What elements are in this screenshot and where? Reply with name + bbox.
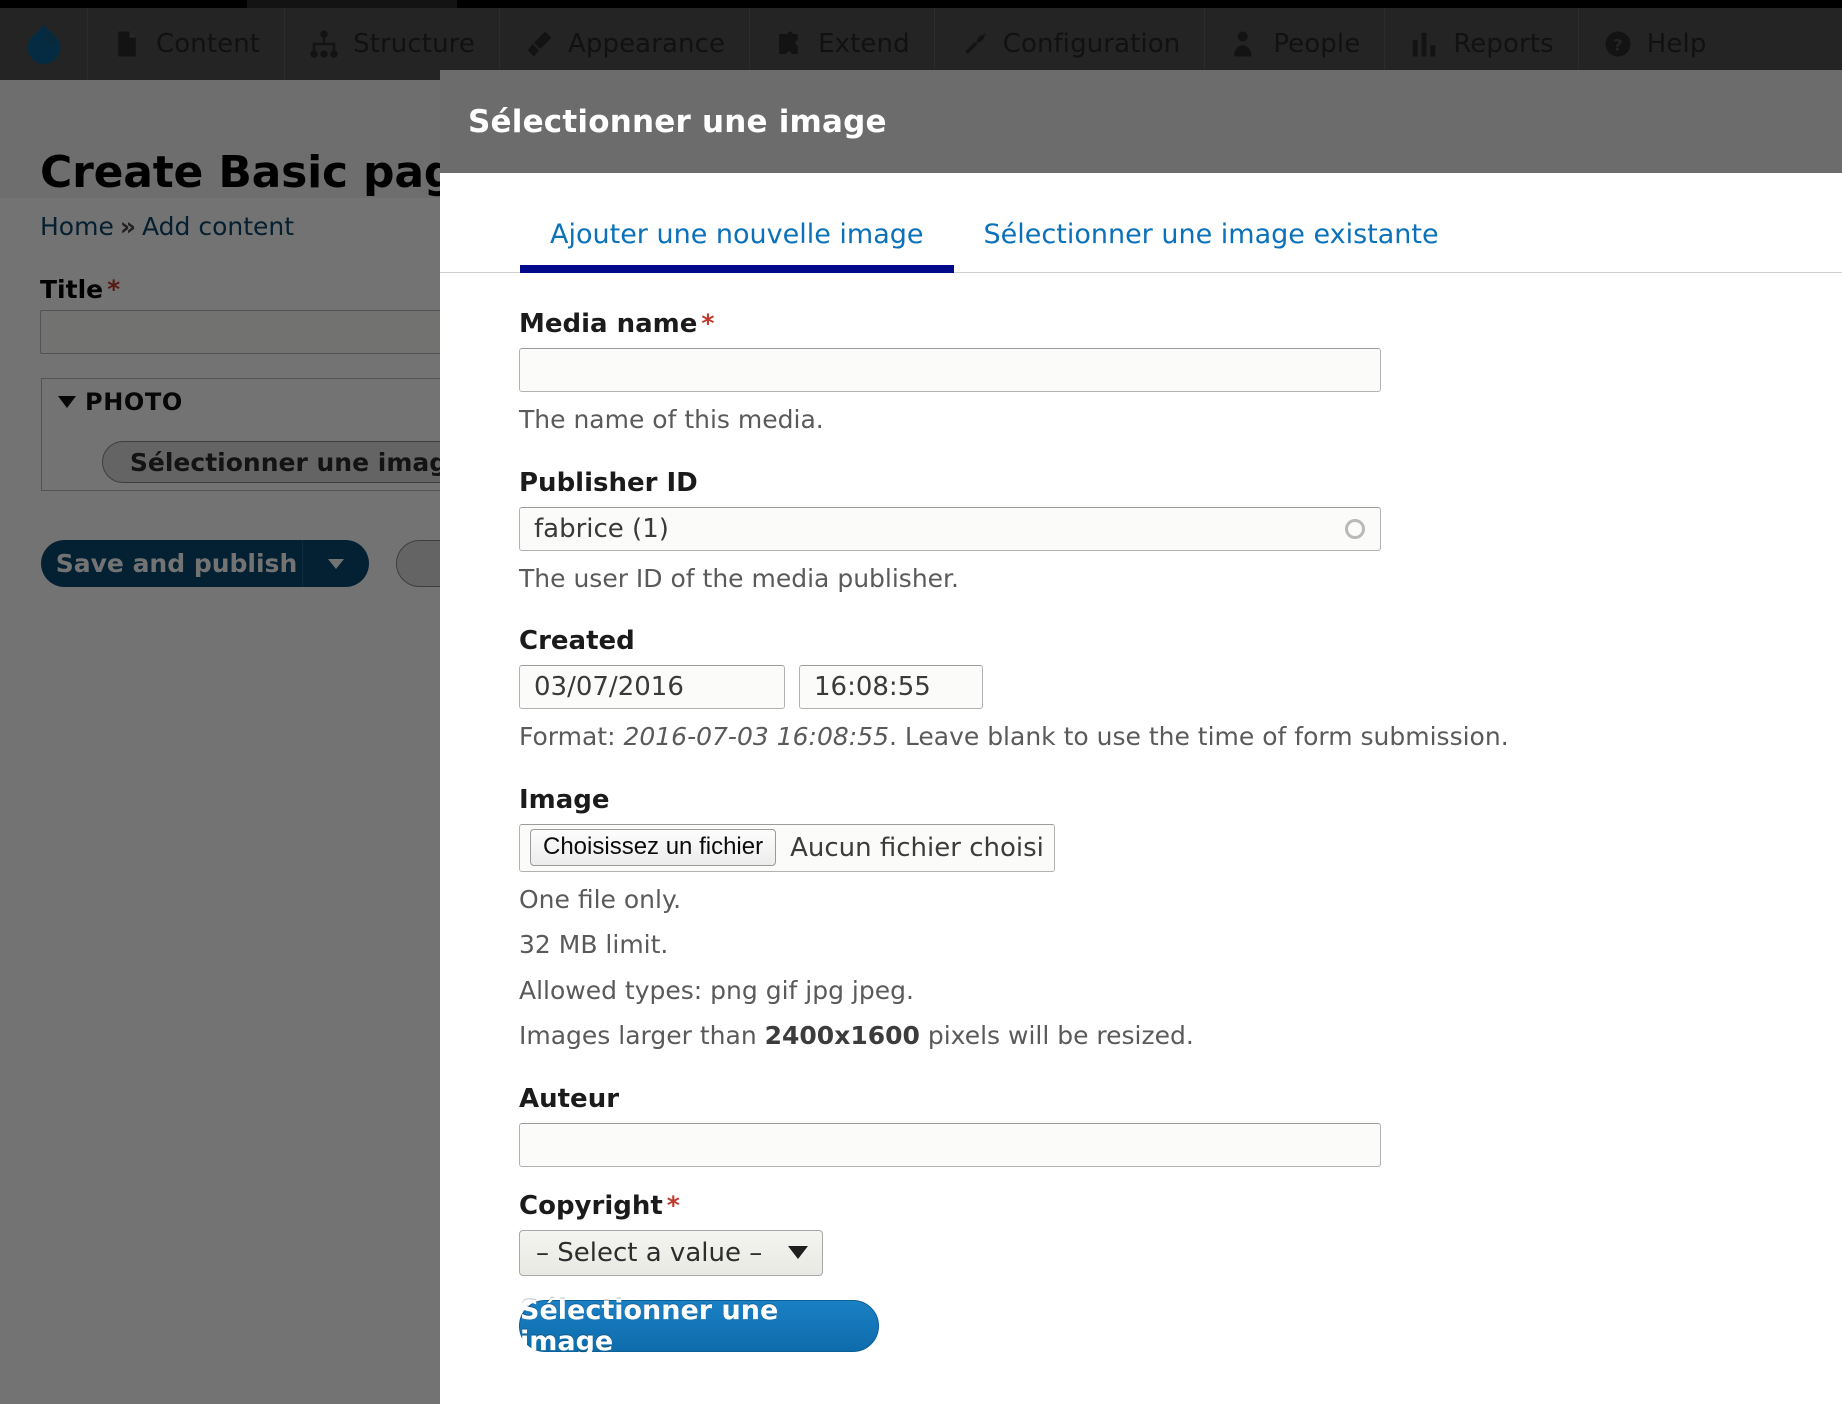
svg-text:?: ?: [1613, 35, 1623, 54]
circle-throbber-icon: [1345, 518, 1365, 539]
resize-suffix: pixels will be resized.: [919, 1021, 1194, 1050]
copyright-select[interactable]: – Select a value –: [519, 1229, 824, 1276]
paintbrush-icon: [527, 31, 552, 57]
publisher-id-autocomplete: fabrice (1): [519, 506, 1381, 551]
required-marker-icon: *: [107, 275, 121, 304]
created-desc-format: 2016-07-03 16:08:55: [623, 722, 889, 751]
submit-select-image-button[interactable]: Sélectionner une image: [519, 1295, 879, 1357]
image-desc-resize: Images larger than 2400x1600 pixels will…: [519, 1018, 1842, 1054]
tab-select-existing-image[interactable]: Sélectionner une image existante: [954, 219, 1469, 272]
created-inputs-row: 03/07/2016 16:08:55: [519, 665, 1842, 709]
screen-root: Create Basic page Home» Add content Title…: [0, 0, 1842, 1404]
breadcrumb-separator: »: [119, 212, 136, 241]
title-field-label-text: Title: [40, 275, 104, 304]
publisher-id-input[interactable]: fabrice (1): [519, 506, 1381, 551]
chevron-down-icon: [328, 558, 344, 569]
required-marker-icon: *: [666, 1190, 680, 1220]
resize-dimensions: 2400x1600: [764, 1021, 920, 1050]
wrench-icon: [964, 32, 987, 54]
media-form: Media name * The name of this media. Publ…: [440, 273, 1842, 1357]
chosen-file-status: Aucun fichier choisi: [790, 832, 1044, 863]
modal-tabs: Ajouter une nouvelle image Sélectionner …: [440, 173, 1842, 273]
created-label: Created: [519, 626, 635, 656]
created-description: Format: 2016-07-03 16:08:55. Leave blank…: [519, 719, 1842, 755]
puzzle-piece-icon: [779, 31, 798, 54]
page-title: Create Basic page: [40, 147, 485, 199]
copyright-label-text: Copyright: [519, 1190, 663, 1221]
publisher-id-label: Publisher ID: [519, 467, 698, 498]
drupal-logo-icon: [27, 23, 60, 64]
created-desc-suffix: . Leave blank to use the time of form su…: [888, 722, 1509, 751]
toolbar-label: Help: [1646, 29, 1707, 59]
field-publisher-id: Publisher ID fabrice (1) The user ID of …: [519, 468, 1842, 597]
auteur-label: Auteur: [519, 1083, 620, 1114]
toolbar-item-content[interactable]: Content: [88, 8, 286, 80]
media-name-label: Media name *: [519, 309, 1842, 339]
created-desc-prefix: Format:: [519, 722, 624, 751]
copyright-label: Copyright *: [519, 1191, 1842, 1221]
save-and-publish-button[interactable]: Save and publish: [41, 540, 369, 587]
media-name-label-text: Media name: [519, 309, 698, 339]
media-name-input[interactable]: [519, 348, 1381, 392]
modal-header: Sélectionner une image: [440, 70, 1842, 173]
toolbar-label: Reports: [1453, 29, 1554, 59]
modal-title: Sélectionner une image: [468, 103, 887, 140]
select-image-button-background[interactable]: Sélectionner une image: [102, 441, 492, 483]
field-created: Created 03/07/2016 16:08:55 Format: 2016…: [519, 626, 1842, 755]
auteur-input[interactable]: [519, 1122, 1381, 1167]
modal-body: Ajouter une nouvelle image Sélectionner …: [440, 173, 1842, 1404]
image-desc-size-limit: 32 MB limit.: [519, 930, 669, 959]
toolbar-label: Structure: [353, 29, 475, 59]
image-file-input[interactable]: Choisissez un fichier Aucun fichier choi…: [519, 823, 1055, 872]
bar-chart-icon: [1413, 32, 1436, 57]
question-mark-icon: ?: [1605, 31, 1631, 57]
toolbar-label: Content: [156, 29, 261, 59]
field-copyright: Copyright * – Select a value –: [519, 1191, 1842, 1276]
photo-legend-label: PHOTO: [85, 388, 183, 416]
image-label: Image: [519, 784, 610, 815]
file-icon: [118, 31, 136, 57]
breadcrumb-link-add-content[interactable]: Add content: [142, 212, 294, 241]
save-and-publish-label: Save and publish: [55, 549, 298, 578]
tab-add-new-image[interactable]: Ajouter une nouvelle image: [520, 219, 954, 273]
title-field-label: Title *: [40, 275, 120, 304]
publisher-id-description: The user ID of the media publisher.: [519, 563, 959, 593]
breadcrumb: Home» Add content: [40, 212, 294, 241]
toolbar-label: Appearance: [567, 29, 726, 59]
created-date-input[interactable]: 03/07/2016: [519, 665, 785, 709]
copyright-selected-value: – Select a value –: [536, 1237, 763, 1268]
sitemap-icon: [310, 30, 338, 58]
toolbar-label: People: [1273, 29, 1361, 59]
image-desc-one-file: One file only.: [519, 884, 682, 914]
toolbar-label: Extend: [818, 29, 910, 59]
person-icon: [1234, 31, 1252, 57]
select-image-modal: Sélectionner une image Ajouter une nouve…: [440, 70, 1842, 1404]
resize-prefix: Images larger than: [519, 1021, 765, 1050]
toolbar-item-home[interactable]: [0, 8, 88, 80]
image-desc-allowed-types: Allowed types: png gif jpg jpeg.: [519, 975, 914, 1005]
field-auteur: Auteur: [519, 1084, 1842, 1167]
choose-file-button[interactable]: Choisissez un fichier: [530, 829, 777, 866]
field-media-name: Media name * The name of this media.: [519, 309, 1842, 438]
created-time-input[interactable]: 16:08:55: [799, 665, 983, 709]
photo-fieldset-legend[interactable]: PHOTO: [58, 388, 183, 416]
media-name-description: The name of this media.: [519, 405, 824, 434]
field-image: Image Choisissez un fichier Aucun fichie…: [519, 785, 1842, 1054]
required-marker-icon: *: [701, 309, 715, 338]
chevron-down-icon: [58, 396, 76, 408]
breadcrumb-link-home[interactable]: Home: [40, 212, 114, 241]
save-dropdown-toggle[interactable]: [302, 540, 369, 587]
toolbar-label: Configuration: [1002, 29, 1181, 59]
chevron-down-icon: [788, 1246, 809, 1259]
